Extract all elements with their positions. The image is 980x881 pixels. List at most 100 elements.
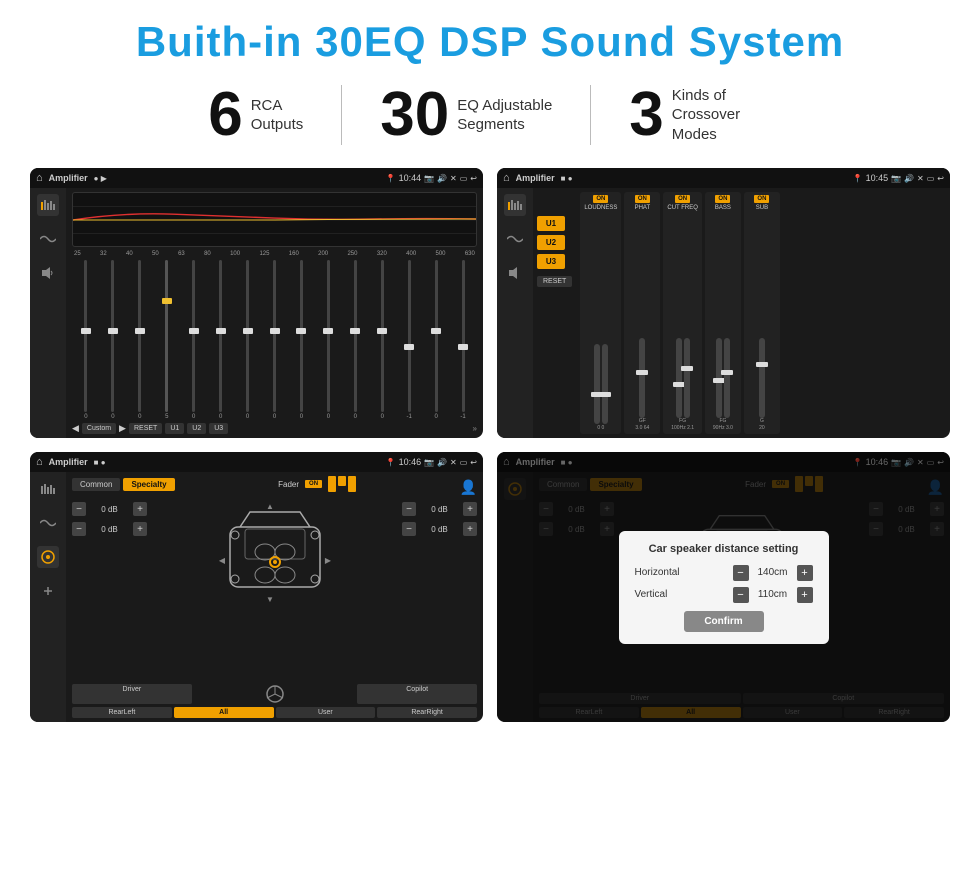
freq-50: 50: [152, 251, 159, 257]
expand-arrows[interactable]: »: [473, 424, 477, 433]
sp-minus-bl[interactable]: −: [72, 522, 86, 536]
home-icon-3[interactable]: ⌂: [36, 456, 43, 468]
sub-val: 20: [759, 425, 765, 431]
confirm-button[interactable]: Confirm: [684, 611, 764, 632]
loudness-on[interactable]: ON: [593, 195, 608, 203]
sub-slider[interactable]: [759, 338, 765, 418]
speaker-main: Common Specialty Fader ON: [66, 472, 483, 722]
phat-label: PHAT: [635, 205, 651, 211]
home-icon-2[interactable]: ⌂: [503, 172, 510, 184]
sp-minus-br[interactable]: −: [402, 522, 416, 536]
horizontal-minus[interactable]: −: [733, 565, 749, 581]
dialog-box: Car speaker distance setting Horizontal …: [619, 531, 829, 644]
amp-reset-btn[interactable]: RESET: [537, 276, 572, 287]
eq-icon-3[interactable]: [37, 478, 59, 500]
status-icons-3: ■ ●: [94, 458, 106, 467]
slider-1[interactable]: 0: [74, 260, 98, 420]
bass-on[interactable]: ON: [715, 195, 730, 203]
status-right-3: 📍 10:46 📷 🔊 ✕ ▭ ↩: [386, 457, 477, 467]
eq-icon[interactable]: [37, 194, 59, 216]
stat-crossover-label: Kinds ofCrossover Modes: [672, 86, 772, 145]
back-icon-3[interactable]: ↩: [470, 458, 477, 467]
eq-icon-2[interactable]: [504, 194, 526, 216]
volume-ctrl-icon[interactable]: [37, 262, 59, 284]
sp-plus-bl[interactable]: +: [133, 522, 147, 536]
horizontal-plus[interactable]: +: [797, 565, 813, 581]
u2-btn[interactable]: U2: [537, 235, 565, 250]
sp-minus-tl[interactable]: −: [72, 502, 86, 516]
slider-9[interactable]: 0: [290, 260, 314, 420]
sub-on[interactable]: ON: [754, 195, 769, 203]
user-icon[interactable]: 👤: [460, 479, 477, 496]
copilot-btn[interactable]: Copilot: [357, 684, 477, 704]
sp-control-bl: − 0 dB +: [72, 522, 147, 536]
cutfreq-slider[interactable]: [676, 338, 682, 418]
fader-on-badge[interactable]: ON: [305, 480, 322, 488]
back-icon-2[interactable]: ↩: [937, 174, 944, 183]
speaker-icon-3[interactable]: [37, 546, 59, 568]
bass-slider-2[interactable]: [724, 338, 730, 418]
custom-preset[interactable]: Custom: [82, 423, 116, 434]
slider-3[interactable]: 0: [128, 260, 152, 420]
slider-13[interactable]: -1: [397, 260, 421, 420]
svg-text:▲: ▲: [266, 502, 274, 511]
battery-icon-3: ▭: [460, 458, 468, 467]
loudness-slider-2[interactable]: [602, 344, 608, 424]
slider-14[interactable]: 0: [424, 260, 448, 420]
slider-11[interactable]: 0: [343, 260, 367, 420]
amp-main: U1 U2 U3 RESET ON LOUDNESS: [533, 188, 950, 438]
dialog-vertical-row: Vertical − 110cm +: [635, 587, 813, 603]
u3-btn[interactable]: U3: [537, 254, 565, 269]
cutfreq-slider-2[interactable]: [684, 338, 690, 418]
next-button[interactable]: ▶: [119, 423, 126, 434]
specialty-tab[interactable]: Specialty: [123, 478, 174, 491]
sp-plus-br[interactable]: +: [463, 522, 477, 536]
slider-7[interactable]: 0: [236, 260, 260, 420]
common-tab[interactable]: Common: [72, 478, 120, 491]
bass-slider[interactable]: [716, 338, 722, 418]
home-icon[interactable]: ⌂: [36, 172, 43, 184]
slider-10[interactable]: 0: [316, 260, 340, 420]
reset-button[interactable]: RESET: [129, 423, 162, 434]
wave-icon-2[interactable]: [504, 228, 526, 250]
status-right-1: 📍 10:44 📷 🔊 ✕ ▭ ↩: [386, 173, 477, 183]
vertical-minus[interactable]: −: [733, 587, 749, 603]
rearleft-btn[interactable]: RearLeft: [72, 707, 172, 718]
slider-15[interactable]: -1: [451, 260, 475, 420]
cutfreq-on[interactable]: ON: [675, 195, 690, 203]
sp-plus-tl[interactable]: +: [133, 502, 147, 516]
u1-button[interactable]: U1: [165, 423, 184, 434]
sp-plus-tr[interactable]: +: [463, 502, 477, 516]
sp-minus-tr[interactable]: −: [402, 502, 416, 516]
all-btn[interactable]: All: [174, 707, 274, 718]
u3-button[interactable]: U3: [209, 423, 228, 434]
user-btn[interactable]: User: [276, 707, 376, 718]
phat-on[interactable]: ON: [635, 195, 650, 203]
slider-8[interactable]: 0: [263, 260, 287, 420]
back-icon[interactable]: ↩: [470, 174, 477, 183]
sp-db-tl: 0 dB: [89, 505, 130, 514]
wave-icon-3[interactable]: [37, 512, 59, 534]
u1-btn[interactable]: U1: [537, 216, 565, 231]
freq-160: 160: [289, 251, 299, 257]
slider-6[interactable]: 0: [209, 260, 233, 420]
eq-main: 25 32 40 50 63 80 100 125 160 200 250 32…: [66, 188, 483, 438]
slider-12[interactable]: 0: [370, 260, 394, 420]
rearright-btn[interactable]: RearRight: [377, 707, 477, 718]
slider-2[interactable]: 0: [101, 260, 125, 420]
u2-button[interactable]: U2: [187, 423, 206, 434]
sp-db-bl: 0 dB: [89, 525, 130, 534]
stat-eq: 30 EQ AdjustableSegments: [342, 84, 590, 146]
slider-5[interactable]: 0: [182, 260, 206, 420]
loudness-slider[interactable]: [594, 344, 600, 424]
svg-text:▶: ▶: [324, 556, 331, 565]
freq-100: 100: [230, 251, 240, 257]
vertical-plus[interactable]: +: [797, 587, 813, 603]
driver-btn[interactable]: Driver: [72, 684, 192, 704]
wave-icon[interactable]: [37, 228, 59, 250]
phat-slider[interactable]: [639, 338, 645, 418]
volume-ctrl-icon-2[interactable]: [504, 262, 526, 284]
slider-4[interactable]: 5: [155, 260, 179, 420]
prev-button[interactable]: ◀: [72, 423, 79, 434]
expand-icon-3[interactable]: [37, 580, 59, 602]
